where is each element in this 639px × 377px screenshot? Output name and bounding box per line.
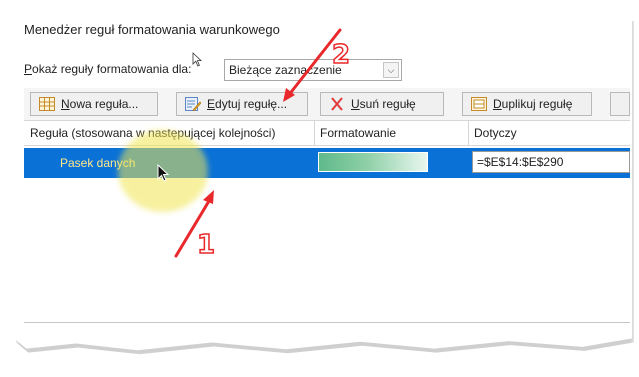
annotation-label-2: 2 — [331, 39, 351, 71]
annotation-label-1: 1 — [196, 229, 216, 261]
annotation-layer — [174, 28, 342, 258]
